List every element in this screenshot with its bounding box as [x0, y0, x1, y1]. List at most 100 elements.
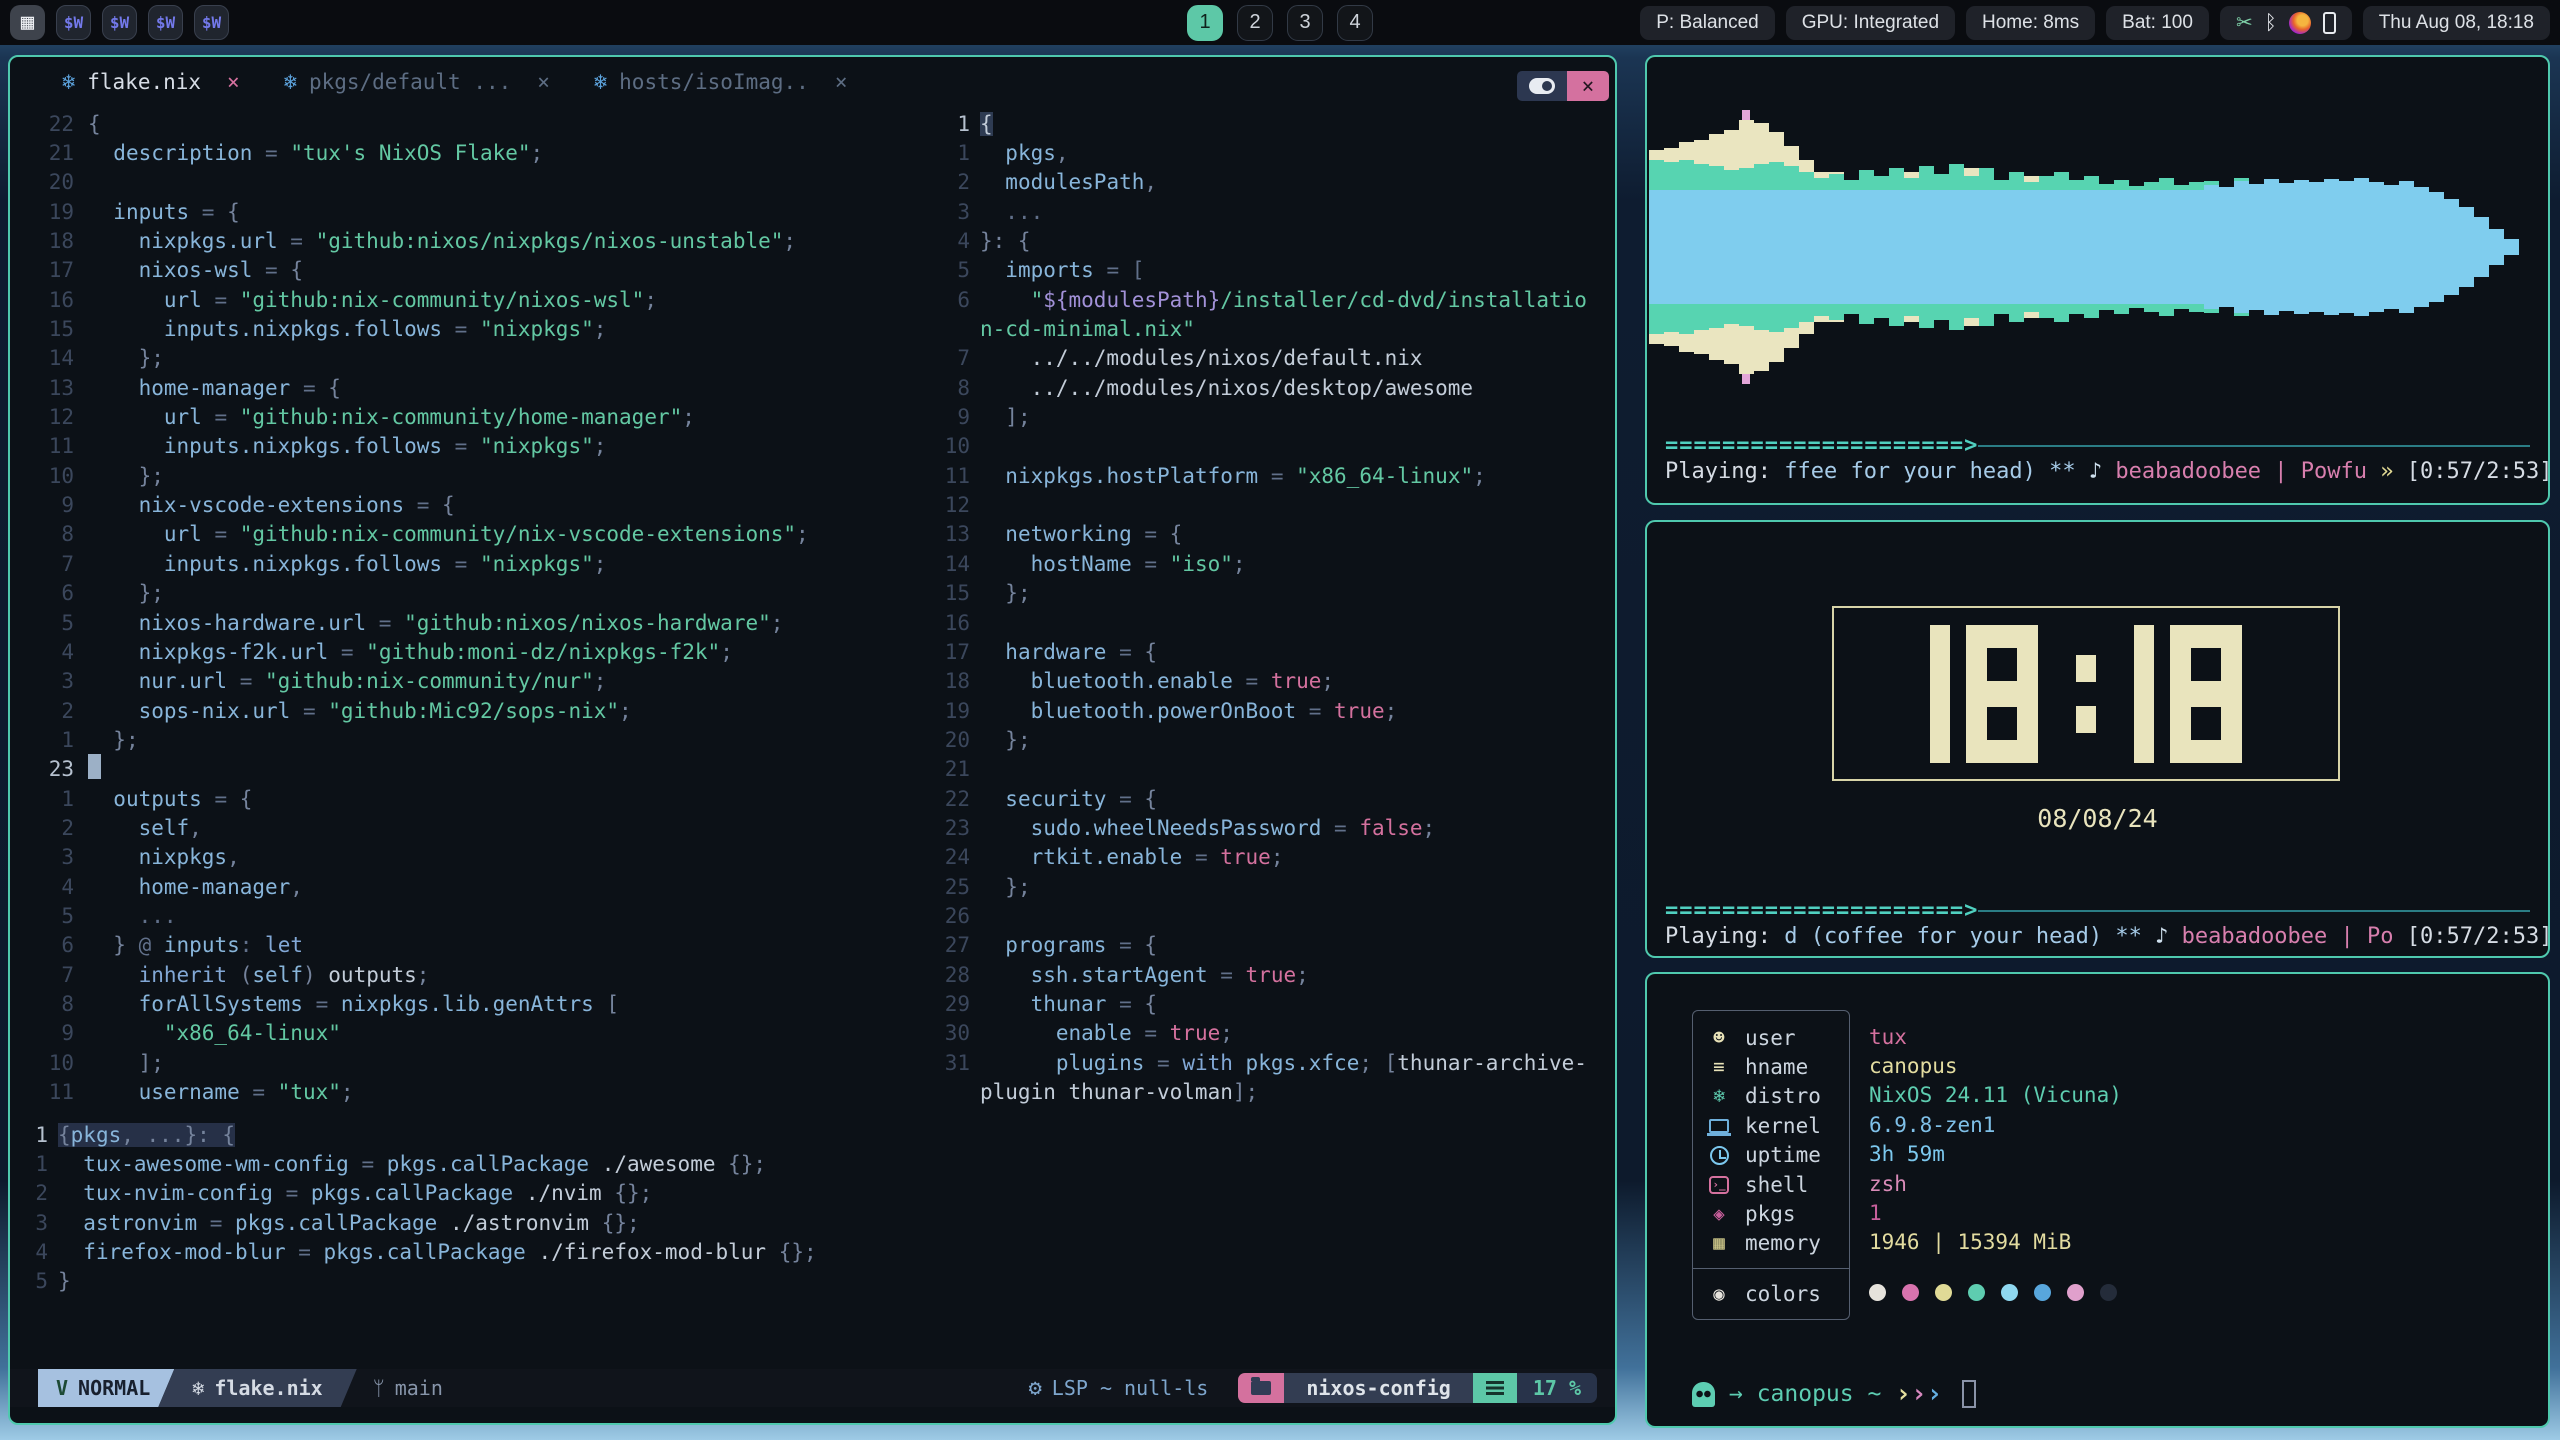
code-line: 9 "x86_64-linux": [10, 1019, 910, 1048]
tab-label: hosts/isoImag..: [619, 70, 809, 94]
line-number: 11: [10, 1080, 88, 1104]
firefox-icon[interactable]: [2289, 12, 2311, 34]
line-number: 1: [30, 1152, 58, 1176]
tab-pkgs-default-[interactable]: ❄pkgs/default ...×: [284, 70, 550, 95]
tab-close-icon[interactable]: ×: [835, 70, 848, 94]
line-number: 23: [10, 757, 88, 781]
line-number: 22: [940, 787, 980, 811]
tab-close-icon[interactable]: ×: [227, 70, 240, 94]
line-number: 8: [940, 376, 980, 400]
line-number: 25: [940, 875, 980, 899]
lines-icon: [1486, 1381, 1504, 1395]
line-number: 21: [940, 757, 980, 781]
code-line: 13 home-manager = {: [10, 373, 910, 402]
line-number: 28: [940, 963, 980, 987]
toggle-button[interactable]: [1517, 71, 1567, 101]
player2-title: Playing: d (coffee for your head) ** ♪ b…: [1665, 924, 2530, 949]
line-number: 2: [10, 816, 88, 840]
terminal-cursor: [1962, 1380, 1976, 1408]
code-line: 23: [10, 755, 910, 784]
status-pills: Thu Aug 08, 18:18 P: BalancedGPU: Integr…: [1640, 0, 2550, 45]
tag-list: 1234: [1187, 0, 1373, 45]
code-line: 4}: {: [940, 226, 1616, 255]
fetch-row-kernel: kernel: [1707, 1111, 1849, 1140]
line-number: 10: [10, 1051, 88, 1075]
shell-icon: ›_: [1707, 1176, 1731, 1194]
fetch-row-pkgs: ◈pkgs: [1707, 1199, 1849, 1228]
code-line: 17 nixos-wsl = {: [10, 256, 910, 285]
close-window-button[interactable]: ×: [1567, 71, 1609, 101]
line-number: 30: [940, 1021, 980, 1045]
editor-pane-iso[interactable]: 1{1 pkgs,2 modulesPath,3 ...4}: {5 impor…: [940, 109, 1616, 1107]
tab-close-icon[interactable]: ×: [537, 70, 550, 94]
window-controls: ×: [1517, 71, 1609, 101]
launcher-grid-icon[interactable]: ▦: [10, 5, 45, 40]
workspace-button-4[interactable]: $W: [194, 5, 229, 40]
branch-label: main: [395, 1376, 443, 1400]
code-line: 31 plugins = with pkgs.xfce; [thunar-arc…: [940, 1048, 1616, 1077]
clock-date: 08/08/24: [1647, 804, 2548, 833]
line-number: 5: [10, 611, 88, 635]
tag-3[interactable]: 3: [1287, 5, 1323, 41]
line-number: 3: [30, 1211, 58, 1235]
shell-prompt[interactable]: → canopus ~ ›››: [1692, 1379, 1976, 1409]
editor-pane-pkgs[interactable]: 1{pkgs, ...}: {1 tux-awesome-wm-config =…: [30, 1120, 930, 1296]
code-line: 25 };: [940, 872, 1616, 901]
folder-icon: [1251, 1381, 1271, 1395]
scissors-icon[interactable]: ✂: [2236, 13, 2253, 33]
status-pill-1: GPU: Integrated: [1786, 6, 1955, 40]
line-number: 9: [10, 493, 88, 517]
code-line: 7 ../../modules/nixos/default.nix: [940, 344, 1616, 373]
tab-flake-nix[interactable]: ❄flake.nix×: [62, 70, 240, 95]
branch-segment: ᛘ main: [357, 1369, 443, 1407]
clock-digit-8: [1966, 625, 2038, 763]
status-pill-3: Bat: 100: [2106, 6, 2209, 40]
line-number: 10: [940, 434, 980, 458]
packages-icon: ◈: [1707, 1203, 1731, 1225]
fetch-row-user: ☻user: [1707, 1023, 1849, 1052]
uptime-icon: [1707, 1146, 1731, 1165]
status-pill-0: P: Balanced: [1640, 6, 1774, 40]
bluetooth-icon[interactable]: ᛒ: [2265, 13, 2277, 33]
code-line: 2 self,: [10, 813, 910, 842]
fetch-value-distro: NixOS 24.11 (Vicuna): [1869, 1081, 2122, 1110]
line-number: 18: [940, 669, 980, 693]
progress-line: [1978, 910, 2530, 912]
code-line: 9 ];: [940, 402, 1616, 431]
line-number: 29: [940, 992, 980, 1016]
vim-icon: V: [56, 1376, 68, 1400]
fetch-value-hname: canopus: [1869, 1051, 2122, 1080]
user-icon: ☻: [1707, 1027, 1731, 1049]
player2-progress: =====================>: [1665, 898, 2530, 923]
workspace-button-2[interactable]: $W: [102, 5, 137, 40]
player1-title: Playing: ffee for your head) ** ♪ beabad…: [1665, 459, 2530, 484]
code-line: 18 bluetooth.enable = true;: [940, 667, 1616, 696]
phone-icon[interactable]: [2323, 12, 2336, 34]
fetch-row-memory: ▦memory: [1707, 1229, 1849, 1258]
code-line: 15 };: [940, 579, 1616, 608]
editor-cursor: [88, 754, 101, 779]
file-segment: ❄ flake.nix: [158, 1369, 356, 1407]
nix-icon: ❄: [192, 1376, 204, 1400]
tab-hosts-isoImag-[interactable]: ❄hosts/isoImag..×: [594, 70, 848, 95]
code-line: 1 pkgs,: [940, 138, 1616, 167]
line-number: 21: [10, 141, 88, 165]
mode-segment: V NORMAL: [38, 1369, 174, 1407]
tag-1[interactable]: 1: [1187, 5, 1223, 41]
code-line: 4 nixpkgs-f2k.url = "github:moni-dz/nixp…: [10, 637, 910, 666]
editor-pane-flake[interactable]: 22{21 description = "tux's NixOS Flake";…: [10, 109, 910, 1107]
tag-2[interactable]: 2: [1237, 5, 1273, 41]
code-line: n-cd-minimal.nix": [940, 314, 1616, 343]
workspace-button-1[interactable]: $W: [56, 5, 91, 40]
progress-line: [1978, 445, 2530, 447]
workspace-button-3[interactable]: $W: [148, 5, 183, 40]
line-number: 5: [10, 904, 88, 928]
code-line: 26: [940, 901, 1616, 930]
code-line: 16 url = "github:nix-community/nixos-wsl…: [10, 285, 910, 314]
line-number: 4: [940, 229, 980, 253]
tag-4[interactable]: 4: [1337, 5, 1373, 41]
line-number: 14: [10, 346, 88, 370]
fetch-values: tuxcanopusNixOS 24.11 (Vicuna)6.9.8-zen1…: [1869, 1022, 2122, 1308]
code-line: 3 astronvim = pkgs.callPackage ./astronv…: [30, 1208, 930, 1237]
tab-label: pkgs/default ...: [309, 70, 511, 94]
